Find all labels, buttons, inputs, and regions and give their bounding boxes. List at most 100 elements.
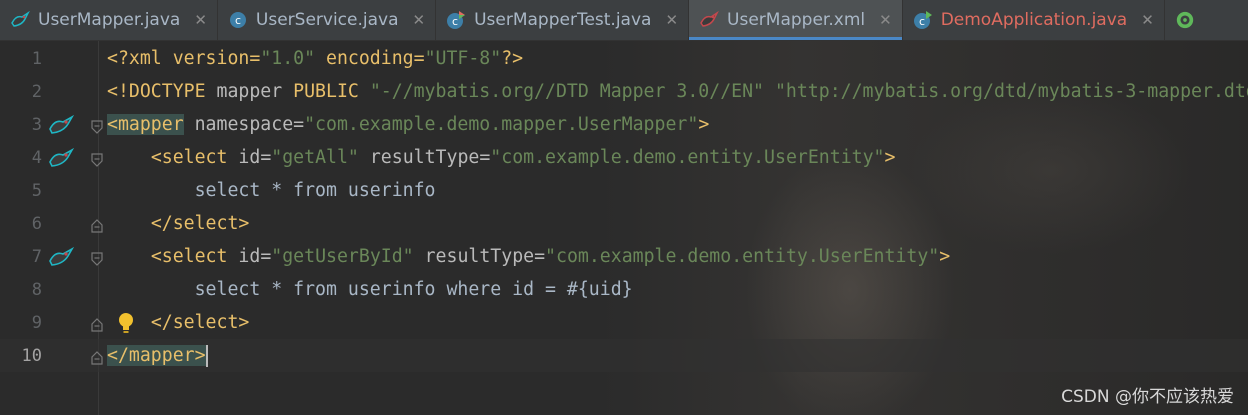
tag-close: > — [194, 344, 206, 366]
tab-label: UserMapper.java — [38, 10, 181, 30]
tab-label: UserMapper.xml — [727, 10, 866, 30]
code-text: </select> — [107, 312, 250, 333]
tab-label: UserService.java — [255, 10, 399, 30]
attr-name: namespace — [183, 114, 294, 135]
mybatis-bird-icon — [10, 10, 30, 30]
mybatis-bird-gutter-icon[interactable] — [47, 114, 75, 136]
line-number: 9 — [31, 312, 42, 333]
svg-text:c: c — [235, 14, 241, 27]
select-open-tag: <select — [150, 147, 228, 168]
attr-value: "getUserById" — [271, 246, 414, 267]
code-line-4: 4 <select id="getAll" resultType="com.ex… — [0, 141, 1248, 174]
editor-tab-bar: UserMapper.java ✕ c UserService.java ✕ c… — [0, 0, 1248, 41]
close-icon[interactable]: ✕ — [665, 11, 678, 29]
attr-name: id — [227, 246, 261, 267]
mybatis-xml-icon — [699, 10, 719, 30]
code-text: <?xml version="1.0" encoding="UTF-8"?> — [107, 48, 523, 69]
equals: = — [534, 246, 546, 267]
code-line-2: 2 <!DOCTYPE mapper PUBLIC "-//mybatis.or… — [0, 75, 1248, 108]
fold-open-icon[interactable] — [90, 250, 104, 266]
attr-name: resultType — [358, 147, 480, 168]
fold-open-icon[interactable] — [90, 151, 104, 167]
close-icon[interactable]: ✕ — [1141, 11, 1154, 29]
attr-value: "UTF-8" — [424, 48, 502, 69]
code-text: select * from userinfo — [107, 180, 436, 201]
fold-end-icon[interactable] — [90, 349, 104, 365]
line-number: 2 — [31, 81, 42, 102]
code-line-8: 8 select * from userinfo where id = #{ui… — [0, 273, 1248, 306]
spring-class-icon: c — [913, 10, 933, 30]
line-number: 5 — [31, 180, 42, 201]
code-text: <!DOCTYPE mapper PUBLIC "-//mybatis.org/… — [107, 81, 1248, 102]
doctype-name: mapper — [216, 81, 294, 102]
svg-text:c: c — [919, 15, 925, 28]
tab-demoapplication-java[interactable]: c DemoApplication.java ✕ — [903, 0, 1165, 40]
fold-open-icon[interactable] — [90, 118, 104, 134]
tag-close: > — [884, 147, 896, 168]
class-c-icon: c — [228, 10, 248, 30]
line-number: 10 — [21, 345, 42, 366]
fold-end-icon[interactable] — [90, 217, 104, 233]
attr-value: "com.example.demo.entity.UserEntity" — [545, 246, 940, 267]
tab-overflow[interactable] — [1165, 0, 1213, 40]
test-class-icon: c — [446, 10, 466, 30]
xml-decl-start: <?xml version= — [107, 48, 261, 69]
code-line-10: 10 </mapper> — [0, 339, 1248, 372]
tab-usermappertest-java[interactable]: c UserMapperTest.java ✕ — [436, 0, 690, 40]
line-number: 7 — [31, 246, 42, 267]
xml-decl-end: ?> — [501, 48, 524, 69]
mybatis-bird-gutter-icon[interactable] — [47, 147, 75, 169]
mapper-open-tag: <mapper — [107, 114, 184, 135]
doctype-public: PUBLIC — [293, 81, 370, 102]
code-text: select * from userinfo where id = #{uid} — [107, 279, 633, 300]
attr-name: id — [227, 147, 261, 168]
tab-label: DemoApplication.java — [940, 10, 1128, 30]
close-icon[interactable]: ✕ — [413, 11, 426, 29]
attr-name: encoding= — [315, 48, 425, 69]
text-caret — [205, 344, 208, 367]
code-text: </select> — [107, 213, 250, 234]
tab-usermapper-java[interactable]: UserMapper.java ✕ — [0, 0, 218, 40]
code-line-3: 3 <mapper namespace="com.example.demo.ma… — [0, 108, 1248, 141]
line-number: 6 — [31, 213, 42, 234]
attr-value: "1.0" — [260, 48, 316, 69]
code-text: <mapper namespace="com.example.demo.mapp… — [107, 114, 709, 135]
tag-close: > — [698, 114, 710, 135]
watermark: CSDN @你不应该热爱 — [1061, 387, 1234, 407]
code-line-9: 9 </select> — [0, 306, 1248, 339]
mybatis-bird-gutter-icon[interactable] — [47, 246, 75, 268]
equals: = — [293, 114, 305, 135]
line-number: 1 — [31, 48, 42, 69]
code-line-6: 6 </select> — [0, 207, 1248, 240]
select-close-tag: </select> — [150, 312, 250, 333]
equals: = — [260, 246, 272, 267]
fold-end-icon[interactable] — [90, 316, 104, 332]
code-text: <select id="getAll" resultType="com.exam… — [107, 147, 896, 168]
attr-value: "com.example.demo.mapper.UserMapper" — [304, 114, 699, 135]
code-line-1: 1 <?xml version="1.0" encoding="UTF-8"?> — [0, 42, 1248, 75]
tab-userservice-java[interactable]: c UserService.java ✕ — [218, 0, 437, 40]
tag-close: > — [939, 246, 951, 267]
code-text: </mapper> — [107, 344, 208, 367]
line-number: 3 — [31, 114, 42, 135]
attr-value: "com.example.demo.entity.UserEntity" — [490, 147, 885, 168]
equals: = — [479, 147, 491, 168]
select-open-tag: <select — [150, 246, 228, 267]
code-line-5: 5 select * from userinfo — [0, 174, 1248, 207]
close-icon[interactable]: ✕ — [194, 11, 207, 29]
line-number: 8 — [31, 279, 42, 300]
code-text: <select id="getUserById" resultType="com… — [107, 246, 950, 267]
line-number: 4 — [31, 147, 42, 168]
mapper-close-tag: </mapper — [107, 344, 195, 366]
spring-leaf-icon — [1175, 10, 1195, 30]
attr-value: "getAll" — [271, 147, 359, 168]
tab-usermapper-xml[interactable]: UserMapper.xml ✕ — [689, 0, 903, 40]
attr-name: resultType — [413, 246, 535, 267]
close-icon[interactable]: ✕ — [879, 11, 892, 29]
svg-text:c: c — [452, 15, 458, 28]
select-close-tag: </select> — [150, 213, 250, 234]
code-line-7: 7 <select id="getUserById" resultType="c… — [0, 240, 1248, 273]
tab-label: UserMapperTest.java — [474, 10, 652, 30]
